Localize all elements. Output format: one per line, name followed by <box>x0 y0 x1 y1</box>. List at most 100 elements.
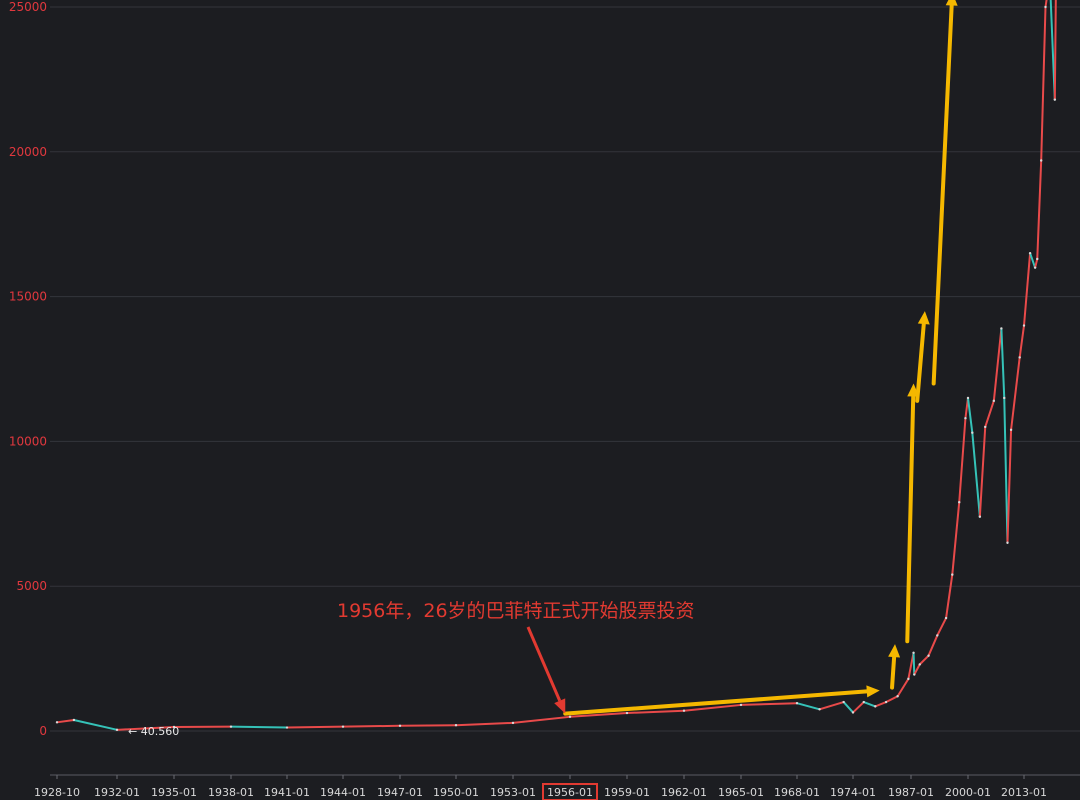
series-segment <box>1036 159 1043 260</box>
data-point <box>1053 98 1057 101</box>
series-segment <box>842 701 854 714</box>
series-segment <box>1006 428 1013 544</box>
stock-index-chart: 0 5000 10000 15000 20000 25000 1928-10 1932-01… <box>9 0 1080 800</box>
series-segment <box>1023 252 1032 327</box>
series-segment <box>230 725 288 729</box>
y-tick-label: 25000 <box>9 0 47 14</box>
series-segment <box>918 654 930 666</box>
x-tick-label: 2000-01 <box>945 786 991 799</box>
data-point <box>229 725 233 728</box>
annotation-text: 1956年，26岁的巴菲特正式开始股票投资 <box>337 600 695 622</box>
y-tick-label: 10000 <box>9 434 47 448</box>
data-point <box>896 695 899 698</box>
y-tick-label: 20000 <box>9 145 47 159</box>
annotation-arrow <box>526 626 566 714</box>
trend-arrow <box>905 383 920 644</box>
series-segment <box>967 396 974 434</box>
series-segment <box>286 725 344 729</box>
data-point <box>1040 159 1043 162</box>
series-segment <box>740 702 798 706</box>
data-point <box>918 663 921 666</box>
data-point <box>739 703 743 707</box>
data-point <box>682 709 686 712</box>
y-tick-label: 5000 <box>16 579 47 593</box>
data-point <box>1009 428 1013 432</box>
series-segment <box>1053 0 1057 101</box>
data-point <box>454 724 458 727</box>
data-point <box>978 515 982 518</box>
data-point <box>398 724 402 727</box>
annotation-group: 1956年，26岁的巴菲特正式开始股票投资 <box>337 600 695 714</box>
data-point <box>1028 251 1032 255</box>
data-point <box>992 399 996 403</box>
x-tick-label: 1947-01 <box>377 786 423 799</box>
series-segment <box>874 701 888 708</box>
series-segment <box>912 651 916 676</box>
data-point <box>936 634 939 637</box>
data-point <box>55 721 59 724</box>
series-segment <box>992 327 1003 402</box>
series-segment <box>512 715 571 724</box>
data-point <box>625 711 629 715</box>
data-point <box>341 725 345 728</box>
y-tick-label: 0 <box>39 724 47 738</box>
series-segment <box>455 721 514 727</box>
data-point <box>1033 266 1037 269</box>
series-segment <box>1010 356 1021 431</box>
series-segment <box>399 724 457 727</box>
data-point <box>1006 541 1009 544</box>
data-point <box>862 700 865 704</box>
data-point <box>115 728 119 732</box>
data-point <box>913 673 916 676</box>
series-segment <box>945 573 954 620</box>
x-tick-label: 1938-01 <box>208 786 254 799</box>
data-point <box>1000 327 1003 330</box>
data-point <box>511 721 515 725</box>
data-point <box>1036 257 1039 261</box>
series-segment <box>56 718 75 724</box>
data-point <box>1018 356 1021 359</box>
series-segment <box>896 677 910 698</box>
data-point <box>966 396 970 400</box>
data-point <box>912 651 915 655</box>
series-segment <box>1018 324 1025 359</box>
x-tick-label: 1928-10 <box>34 786 80 799</box>
series-segment <box>1040 6 1047 162</box>
data-point <box>958 501 961 504</box>
data-point <box>851 711 855 714</box>
data-point <box>1044 5 1047 9</box>
x-tick-label: 1962-01 <box>661 786 707 799</box>
min-value-label: ← 40.560 <box>128 725 179 738</box>
y-tick-label: 15000 <box>9 290 47 304</box>
data-point <box>951 573 954 576</box>
series-segment <box>852 701 865 714</box>
x-axis: 1928-10 1932-01 1935-01 1938-01 1941-01 1944-… <box>34 775 1047 800</box>
x-tick-label: 1932-01 <box>94 786 140 799</box>
data-point <box>72 718 76 722</box>
data-point <box>884 700 888 704</box>
series-segment <box>72 718 118 731</box>
data-point <box>874 705 877 708</box>
data-point <box>818 708 821 711</box>
x-tick-label: 1935-01 <box>151 786 197 799</box>
x-tick-label: 1956-01 <box>547 786 593 799</box>
data-point <box>795 701 799 705</box>
series-segment <box>1003 396 1009 544</box>
x-tick-label: 1959-01 <box>604 786 650 799</box>
data-point <box>927 654 930 657</box>
data-point <box>984 425 987 429</box>
series-segment <box>1034 257 1039 269</box>
series-segment <box>984 399 995 428</box>
series-segment <box>818 701 845 711</box>
series-segment <box>796 702 821 711</box>
series-segment <box>626 709 685 715</box>
data-point <box>907 677 910 681</box>
data-point <box>285 726 289 729</box>
grid-lines <box>50 6 1080 732</box>
data-point <box>1022 324 1026 327</box>
series-segment <box>971 431 981 518</box>
series-segment <box>927 634 939 657</box>
data-point <box>568 715 572 719</box>
series-segment <box>958 417 967 504</box>
trend-arrow <box>888 644 901 690</box>
